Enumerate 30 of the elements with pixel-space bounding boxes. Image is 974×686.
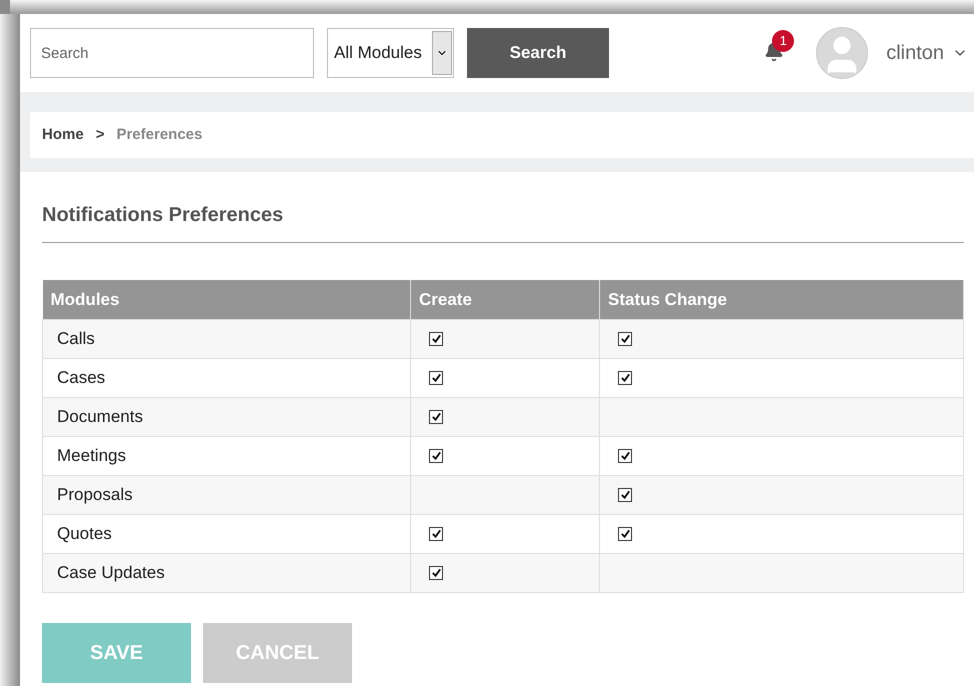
column-header: Create (410, 280, 600, 319)
checkbox[interactable] (429, 410, 443, 424)
table-cell: Documents (42, 397, 410, 436)
checkbox[interactable] (618, 332, 632, 346)
table-cell: Cases (42, 358, 410, 397)
search-button[interactable]: Search (467, 28, 609, 78)
breadcrumb-current: Preferences (116, 124, 202, 145)
page-title: Notifications Preferences (42, 200, 964, 243)
search-field[interactable]: Search (30, 28, 314, 78)
notification-badge: 1 (772, 30, 794, 52)
checkbox[interactable] (429, 370, 443, 384)
column-header: Modules (42, 280, 410, 319)
checkbox[interactable] (429, 566, 443, 580)
breadcrumb-item[interactable]: > (96, 124, 104, 146)
table-cell: Meetings (42, 436, 410, 475)
table-cell: Case Updates (42, 553, 410, 592)
checkbox[interactable] (618, 488, 632, 502)
checkbox[interactable] (429, 332, 443, 346)
table-cell: Calls (42, 319, 410, 358)
checkbox[interactable] (429, 526, 443, 540)
table-cell: Quotes (42, 514, 410, 553)
checkbox[interactable] (618, 526, 632, 540)
breadcrumb-item[interactable]: Home (42, 124, 84, 146)
checkbox[interactable] (429, 448, 443, 462)
table-cell: Proposals (42, 475, 410, 514)
module-dropdown[interactable]: All Modules (327, 28, 454, 78)
user-name[interactable]: clinton (886, 38, 944, 68)
column-header: Status Change (600, 280, 964, 319)
checkbox[interactable] (618, 448, 632, 462)
checkbox[interactable] (618, 370, 632, 384)
